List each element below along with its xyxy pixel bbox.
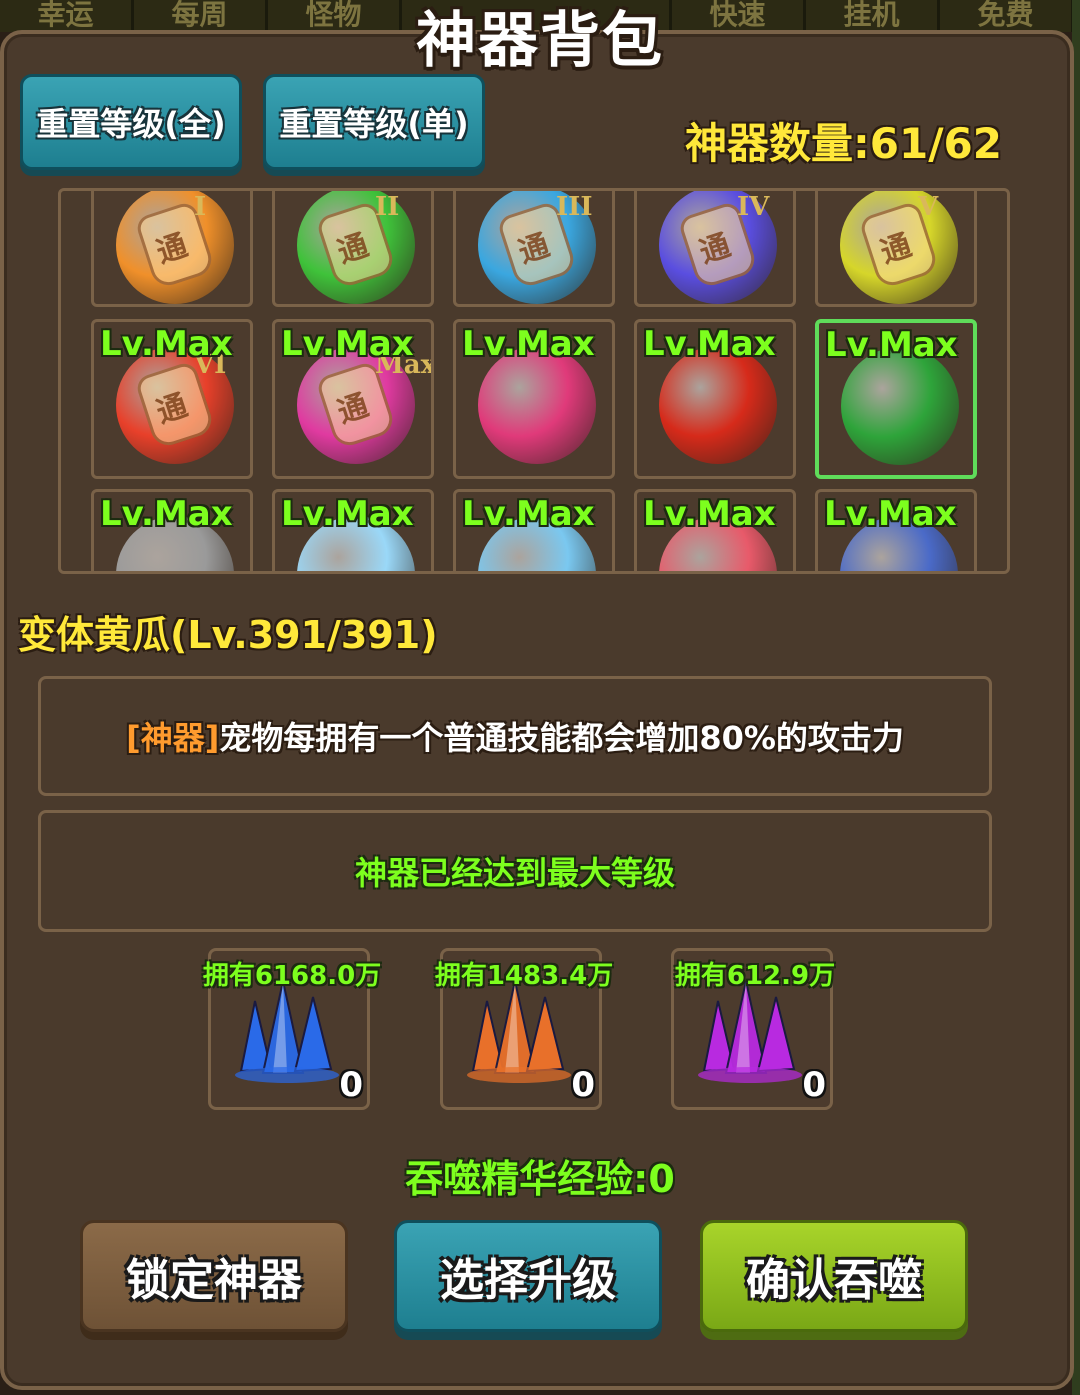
level-max-label: Lv.Max [462,494,595,534]
artifact-slot[interactable]: 通I [91,191,253,307]
artifact-slot[interactable]: Lv.Max [91,489,253,571]
artifact-slot[interactable]: 通 Max Lv.Max [272,319,434,479]
selected-qty: 0 [339,1065,363,1105]
description-text: 宠物每拥有一个普通技能都会增加80%的攻击力 [219,719,904,757]
level-max-label: Lv.Max [824,494,957,534]
artifact-icon: 通 [116,191,234,304]
artifact-slot[interactable]: 通 IV [634,191,796,307]
level-max-label: Lv.Max [281,324,414,364]
artifact-slot[interactable]: 通 VI Lv.Max [91,319,253,479]
owned-amount: 拥有612.9万 [674,961,836,991]
level-max-label: Lv.Max [281,494,414,534]
artifact-description: [神器] 宠物每拥有一个普通技能都会增加80%的攻击力 [38,676,992,796]
artifact-slot[interactable]: 通 II [272,191,434,307]
resource-slot[interactable]: 拥有612.9万 0 [671,948,835,1110]
artifact-slot[interactable]: Lv.Max [815,319,977,479]
selected-qty: 0 [571,1065,595,1105]
owned-amount: 拥有1483.4万 [434,961,614,991]
artifact-slot[interactable]: Lv.Max [453,489,615,571]
level-max-label: Lv.Max [462,324,595,364]
reset-single-button[interactable]: 重置等级(单) [263,74,485,170]
level-max-label: Lv.Max [825,325,958,365]
reset-all-button[interactable]: 重置等级(全) [20,74,242,170]
level-max-label: Lv.Max [643,494,776,534]
resource-slot[interactable]: 拥有6168.0万 0 [203,948,381,1110]
tier-numeral: IV [737,192,770,222]
artifact-slot[interactable]: Lv.Max [453,319,615,479]
artifact-slot[interactable]: 通 III [453,191,615,307]
level-max-label: Lv.Max [643,324,776,364]
artifact-slot[interactable]: Lv.Max [634,319,796,479]
select-upgrade-button[interactable]: 选择升级 [394,1220,662,1332]
artifact-slot[interactable]: 通V [815,191,977,307]
artifact-slot[interactable]: Lv.Max [634,489,796,571]
artifact-slot[interactable]: Lv.Max [272,489,434,571]
max-level-message: 神器已经达到最大等级 [38,810,992,932]
tier-numeral: I [194,192,207,222]
tier-numeral: II [375,192,400,222]
artifact-icon: 通 [840,191,958,304]
artifact-grid[interactable]: 通 I 通 II 通 III 通 IV 通 V 通 VI Lv.Max 通 Max Lv.Max Lv.Max L… [58,188,1010,574]
artifact-count: 神器数量:61/62 [684,119,1002,168]
tier-numeral: V [918,192,939,222]
panel-title: 神器背包 [416,6,664,76]
selected-qty: 0 [802,1065,826,1105]
resource-slot[interactable]: 拥有1483.4万 0 [435,948,613,1110]
selected-item-name: 变体黄瓜(Lv.391/391) [18,613,438,657]
devour-exp-label: 吞噬精华经验:0 [405,1157,675,1201]
confirm-devour-button[interactable]: 确认吞噬 [700,1220,968,1332]
level-max-label: Lv.Max [100,324,233,364]
level-max-label: Lv.Max [100,494,233,534]
lock-artifact-button[interactable]: 锁定神器 [80,1220,348,1332]
tier-numeral: III [556,192,593,222]
owned-amount: 拥有6168.0万 [202,961,382,991]
artifact-slot[interactable]: Lv.Max [815,489,977,571]
description-tag: [神器] [126,719,220,757]
